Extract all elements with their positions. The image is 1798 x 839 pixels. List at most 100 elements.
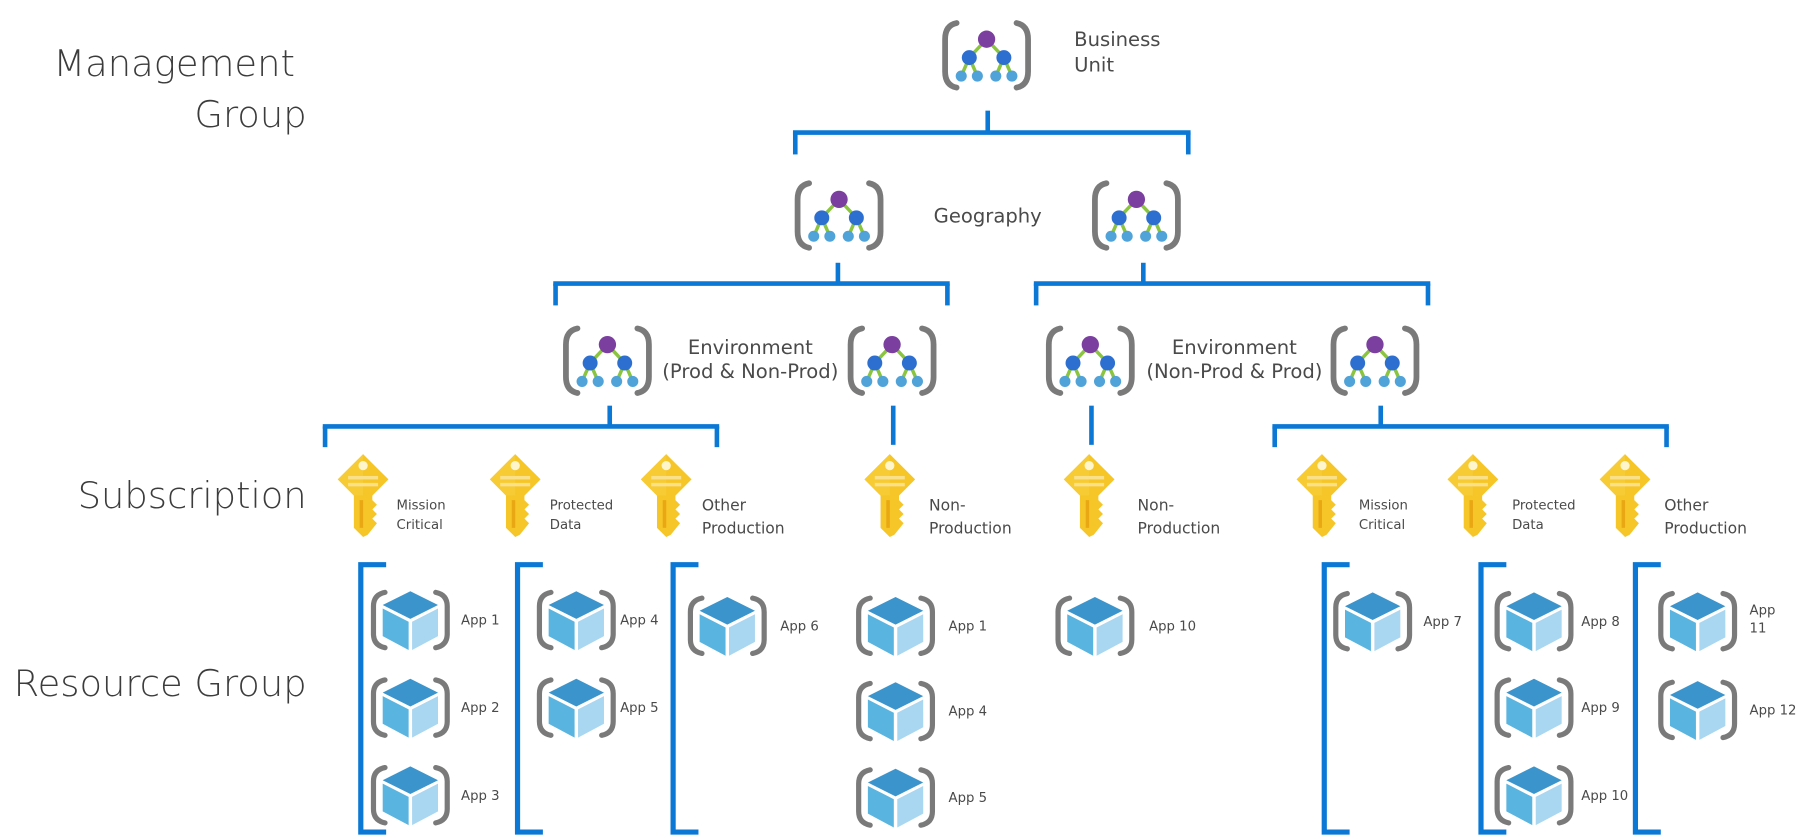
resource-group: App 6	[670, 562, 819, 835]
key-icon	[640, 454, 692, 538]
app-label: App 8	[1581, 615, 1620, 630]
resource-group: App 10	[1058, 597, 1196, 656]
azure-hierarchy-diagram: Management Group Subscription Resource G…	[14, 0, 1797, 835]
key-icon	[1447, 454, 1499, 538]
resource-group-bracket	[1478, 562, 1507, 835]
app-label: App 5	[949, 791, 988, 806]
app-label: App 1	[949, 619, 988, 634]
environment-icon	[566, 328, 649, 393]
resource-cube-icon	[690, 597, 764, 656]
resource-cube-icon	[859, 769, 933, 828]
resource-group-nodes: App 1 App 2 App 3 App 4 App 5 App 6 App 1 App 4…	[358, 562, 1797, 835]
resource-cube-icon	[1661, 681, 1735, 740]
resource-cube-icon	[859, 682, 933, 741]
business-unit-icon	[945, 23, 1028, 88]
tier-label-subscription: Subscription	[78, 474, 307, 517]
resource-cube-icon	[539, 679, 613, 738]
resource-cube-icon	[1497, 679, 1571, 738]
subscription-label: Non-Production	[1138, 497, 1221, 538]
resource-group: App 7	[1321, 562, 1462, 835]
resource-cube-icon	[373, 591, 447, 650]
subscription-label: Non-Production	[929, 497, 1012, 538]
app-label: App 6	[780, 619, 819, 634]
tier-label-resource-group: Resource Group	[14, 662, 307, 705]
resource-item: App 7	[1336, 592, 1462, 651]
resource-item: App 5	[539, 679, 659, 738]
key-icon	[1296, 454, 1348, 538]
resource-group: App 1 App 2 App 3	[358, 562, 500, 835]
app-label: App 9	[1581, 701, 1620, 716]
resource-group: App 1 App 4 App 5	[859, 597, 987, 827]
resource-cube-icon	[373, 679, 447, 738]
tier-label-management-group: Management Group	[53, 42, 306, 136]
resource-item: App 3	[373, 766, 500, 825]
subscription-label: Protected Data	[1512, 498, 1575, 533]
subscription-label: Protected Data	[550, 498, 613, 533]
environment-icon	[1333, 328, 1416, 393]
key-icon	[489, 454, 541, 538]
key-icon	[1599, 454, 1651, 538]
subscription-label: Mission Critical	[397, 498, 446, 533]
geography-label: Geography	[934, 204, 1042, 227]
app-label: App 2	[461, 701, 500, 716]
geography-icon	[1095, 183, 1178, 248]
subscription-label: Mission Critical	[1359, 498, 1408, 533]
resource-item: App 5	[859, 769, 987, 828]
geography-icon	[798, 183, 881, 248]
app-label: App 12	[1750, 704, 1797, 719]
environment-label: Environment (Prod & Non-Prod)	[662, 336, 838, 383]
resource-group: App 11 App 12	[1632, 562, 1797, 835]
subscription-nodes: Mission Critical Protected Data Other Product…	[337, 454, 1747, 538]
app-label: App 11	[1750, 603, 1776, 636]
resource-item: App 10	[1058, 597, 1196, 656]
app-label: App 4	[620, 614, 659, 629]
resource-item: App 4	[539, 591, 659, 650]
subscription-item: Mission Critical	[337, 454, 446, 538]
resource-item: App 1	[859, 597, 987, 656]
resource-cube-icon	[1336, 592, 1410, 651]
subscription-item: Mission Critical	[1296, 454, 1408, 538]
resource-cube-icon	[1661, 592, 1735, 651]
business-unit-label: Business Unit	[1074, 28, 1160, 76]
app-label: App 3	[461, 789, 500, 804]
resource-item: App 6	[690, 597, 819, 656]
resource-item: App 1	[373, 591, 500, 650]
resource-item: App 10	[1497, 766, 1628, 825]
management-group-nodes: Business Unit Geography Environment (Prod & …	[566, 23, 1417, 393]
subscription-label: Other Production	[702, 497, 785, 538]
subscription-item: Protected Data	[489, 454, 613, 538]
app-label: App 1	[461, 614, 500, 629]
subscription-item: Non-Production	[864, 454, 1012, 538]
subscription-label: Other Production	[1664, 497, 1747, 538]
resource-item: App 2	[373, 679, 500, 738]
resource-cube-icon	[1058, 597, 1132, 656]
app-label: App 4	[949, 705, 988, 720]
environment-icon	[851, 328, 934, 393]
key-icon	[337, 454, 389, 538]
subscription-item: Other Production	[640, 454, 785, 538]
environment-icon	[1049, 328, 1132, 393]
connector-lines	[322, 110, 1669, 448]
app-label: App 10	[1149, 619, 1196, 634]
app-label: App 10	[1581, 789, 1628, 804]
key-icon	[1063, 454, 1115, 538]
resource-item: App 11	[1661, 592, 1776, 651]
subscription-item: Other Production	[1599, 454, 1747, 538]
subscription-item: Non-Production	[1063, 454, 1221, 538]
resource-item: App 12	[1661, 681, 1797, 740]
environment-label: Environment (Non-Prod & Prod)	[1146, 336, 1322, 383]
app-label: App 5	[620, 701, 659, 716]
resource-cube-icon	[373, 766, 447, 825]
resource-cube-icon	[1497, 592, 1571, 651]
resource-item: App 8	[1497, 592, 1620, 651]
resource-cube-icon	[859, 597, 933, 656]
resource-group: App 4 App 5	[514, 562, 659, 835]
resource-cube-icon	[1497, 766, 1571, 825]
resource-item: App 4	[859, 682, 987, 741]
app-label: App 7	[1423, 615, 1462, 630]
resource-cube-icon	[539, 591, 613, 650]
resource-item: App 9	[1497, 679, 1620, 738]
key-icon	[864, 454, 916, 538]
resource-group-bracket	[1632, 562, 1661, 835]
resource-group: App 8 App 9 App 10	[1478, 562, 1628, 835]
